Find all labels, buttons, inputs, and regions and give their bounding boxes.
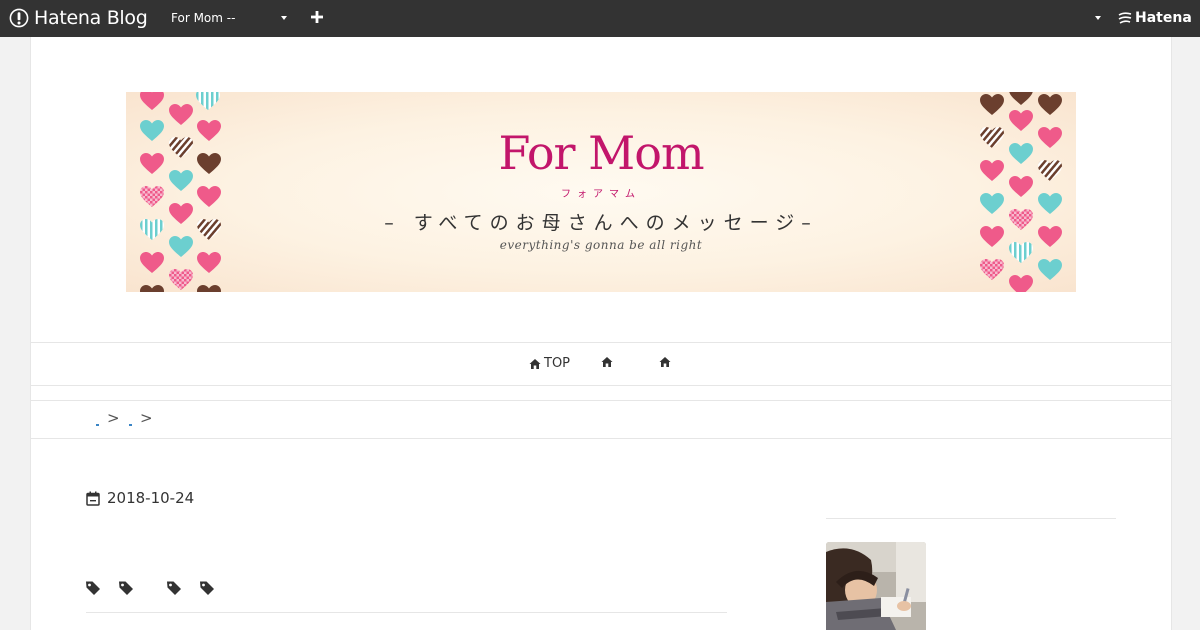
article-divider <box>86 612 727 613</box>
home-icon <box>529 358 541 369</box>
profile-image[interactable] <box>826 542 926 630</box>
nav-item-top[interactable]: TOP <box>529 356 570 371</box>
breadcrumb-separator: > <box>140 409 153 427</box>
hatena-mark-icon <box>1118 12 1132 24</box>
profile-photo <box>826 542 926 630</box>
banner-title: For Mom <box>498 126 704 180</box>
tag-icon[interactable] <box>118 580 134 596</box>
home-icon <box>601 357 613 367</box>
caret-down-icon[interactable] <box>280 11 288 23</box>
hatena-blog-logo-icon <box>9 8 29 28</box>
home-icon <box>659 357 671 367</box>
sidebar-divider <box>826 518 1116 519</box>
calendar-icon <box>86 491 100 506</box>
breadcrumb: > > <box>31 400 1171 439</box>
breadcrumb-link[interactable] <box>96 424 99 426</box>
hatena-service-name: Hatena <box>1135 10 1192 26</box>
breadcrumb-link[interactable] <box>129 424 132 426</box>
page-container: For Mom フォアマム – すべてのお母さんへのメッセージ– everyth… <box>30 37 1172 630</box>
breadcrumb-separator: > <box>107 409 120 427</box>
nav-item-2[interactable] <box>601 356 616 368</box>
blog-select[interactable]: For Mom -- <box>171 11 235 25</box>
banner-subtitle: – すべてのお母さんへのメッセージ– <box>384 212 818 234</box>
header-banner[interactable]: For Mom フォアマム – すべてのお母さんへのメッセージ– everyth… <box>126 92 1076 292</box>
article-date[interactable]: 2018-10-24 <box>86 489 194 507</box>
plus-icon[interactable] <box>310 10 324 24</box>
banner-tagline: everything's gonna be all right <box>499 238 703 252</box>
banner-kana: フォアマム <box>561 189 641 200</box>
hatena-blog-logo-text: Hatena Blog <box>34 7 148 29</box>
user-menu-caret-icon[interactable] <box>1094 11 1102 23</box>
hatena-link[interactable]: Hatena <box>1118 10 1192 26</box>
nav-item-label: TOP <box>544 356 571 371</box>
hatena-top-bar: Hatena Blog For Mom -- Hatena <box>0 0 1200 37</box>
tag-icon[interactable] <box>166 580 182 596</box>
hatena-blog-logo[interactable]: Hatena Blog <box>9 7 148 29</box>
nav-item-3[interactable] <box>659 356 674 368</box>
tag-icon[interactable] <box>85 580 101 596</box>
tag-icon[interactable] <box>199 580 215 596</box>
article-date-text: 2018-10-24 <box>107 489 195 507</box>
global-nav: TOP <box>31 342 1171 386</box>
